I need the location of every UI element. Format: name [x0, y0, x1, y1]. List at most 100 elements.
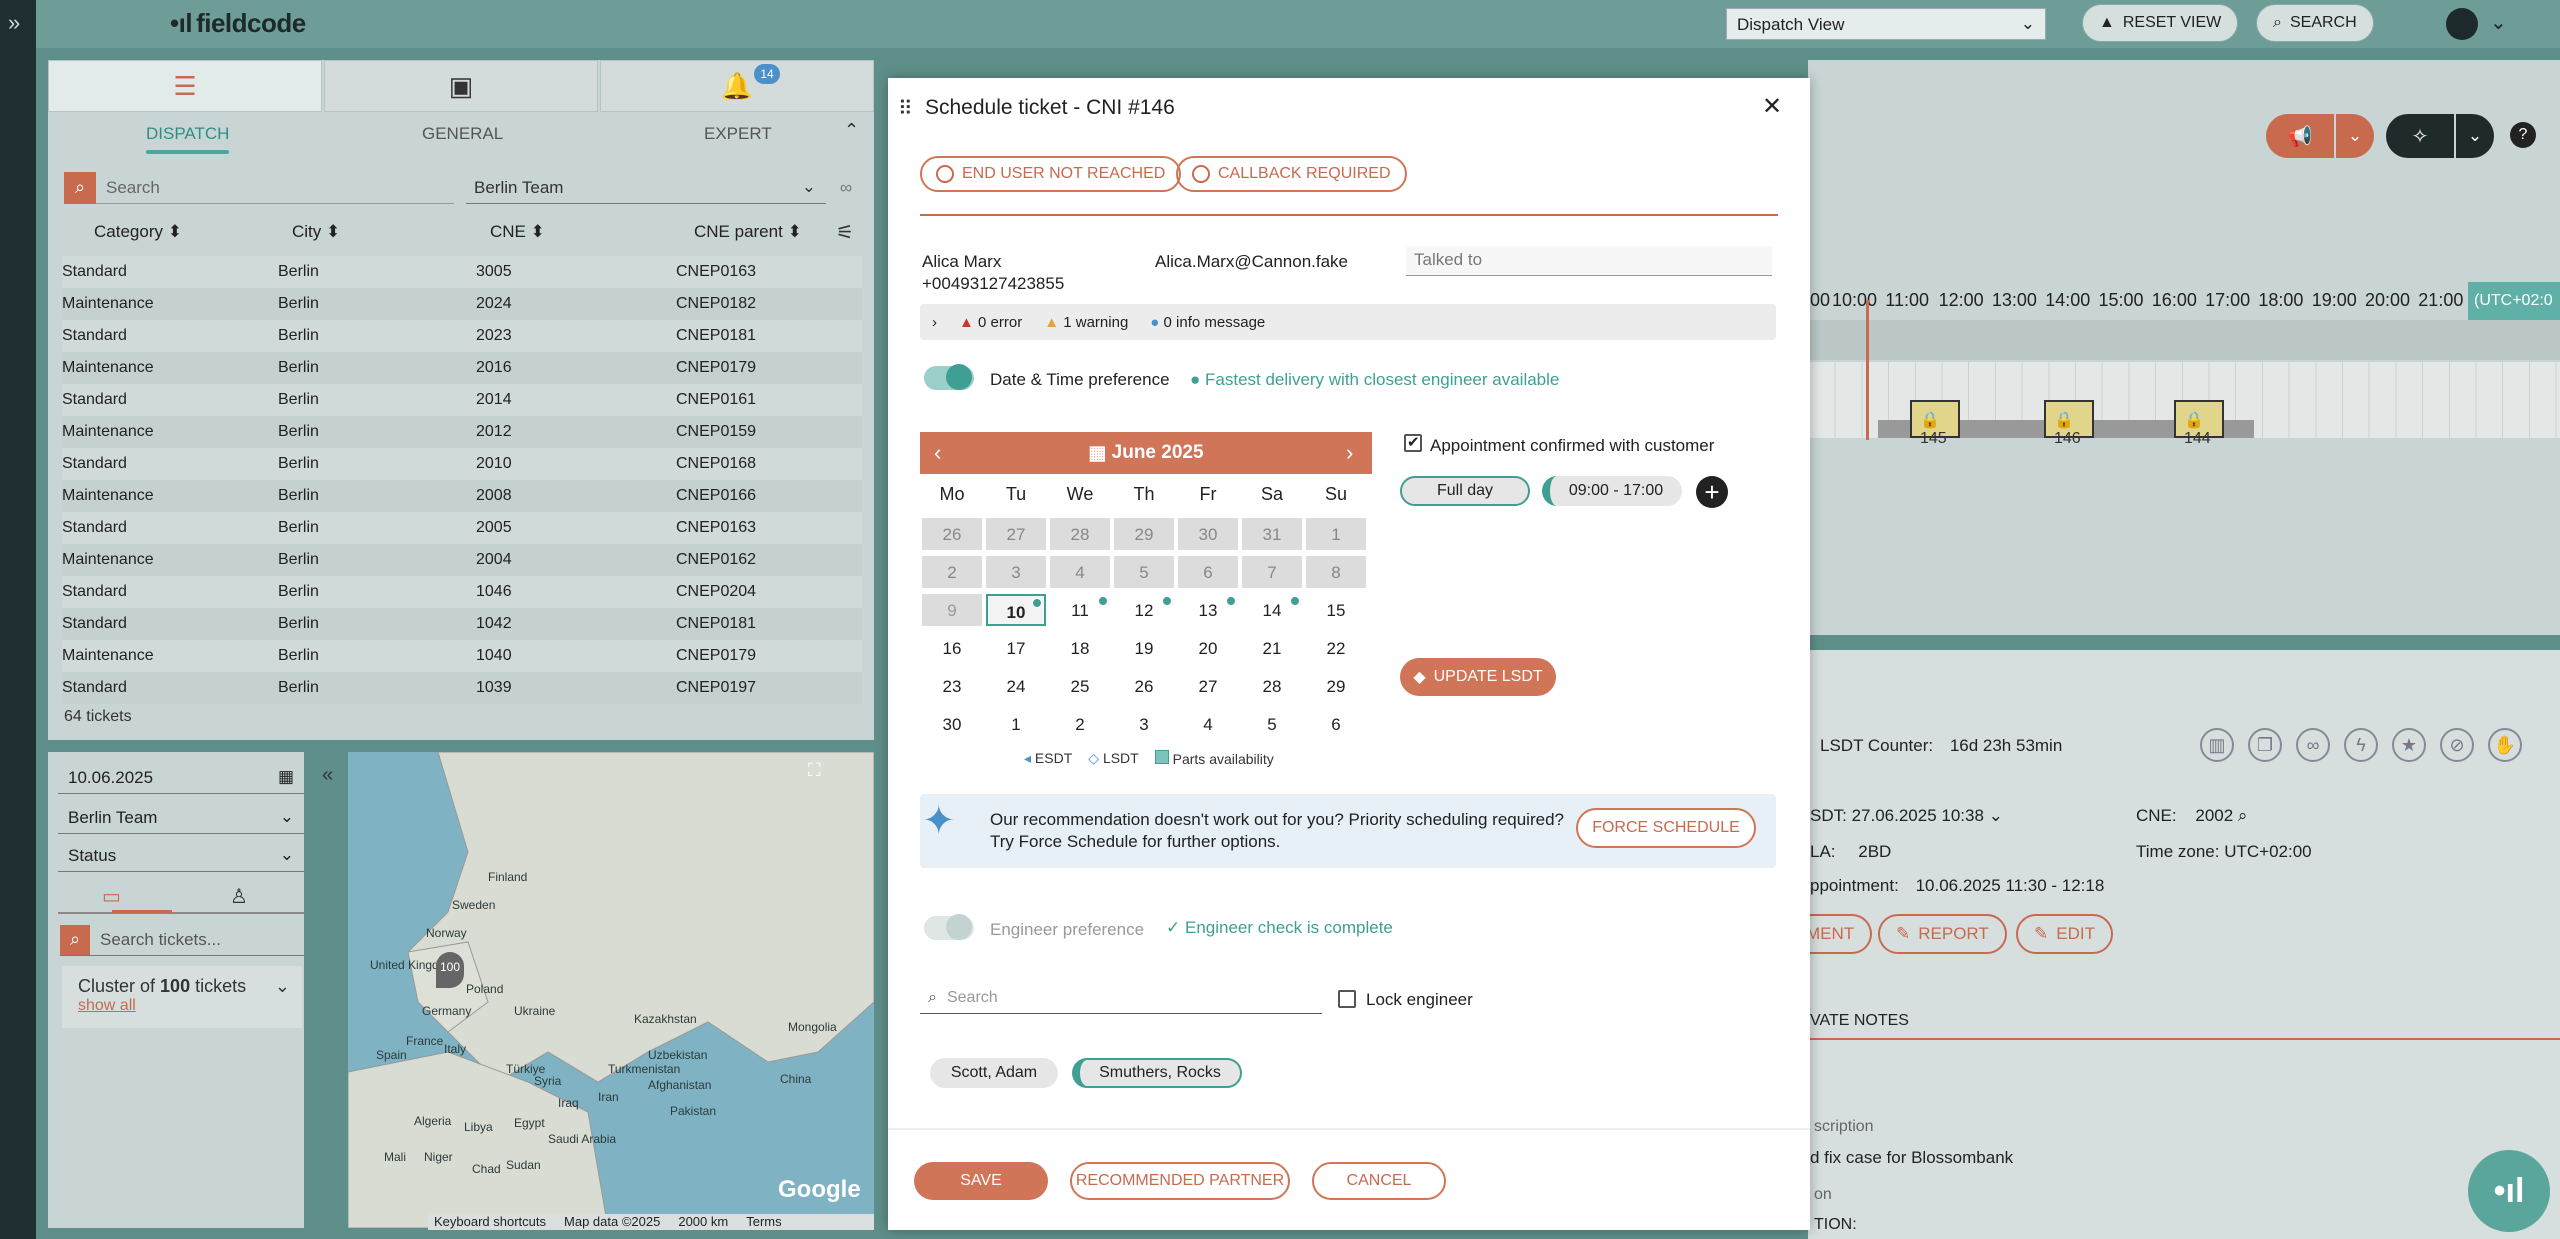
timeline-ticket[interactable]: 🔒146 — [2044, 400, 2094, 447]
megaphone-icon[interactable]: 📢 — [2266, 114, 2334, 158]
fullscreen-icon[interactable]: ⛶ — [808, 760, 821, 781]
view-select[interactable]: Dispatch View ⌄ — [1726, 8, 2046, 40]
subtab-general[interactable]: GENERAL — [422, 124, 503, 144]
timeline-ticket[interactable]: 🔒145 — [1910, 400, 1960, 447]
date-time-preference-toggle[interactable] — [924, 364, 974, 390]
calendar-day[interactable]: 2 — [1050, 708, 1110, 740]
engineer-search-input[interactable]: ⌕ Search — [920, 982, 1322, 1014]
calendar-day[interactable]: 30 — [922, 708, 982, 740]
calendar-day[interactable]: 22 — [1306, 632, 1366, 664]
calendar-day[interactable]: 4 — [1050, 556, 1110, 588]
calendar-day[interactable]: 6 — [1306, 708, 1366, 740]
calendar-day[interactable]: 27 — [1178, 670, 1238, 702]
calendar-day[interactable]: 7 — [1242, 556, 1302, 588]
table-row[interactable]: Maintenance Berlin 1040 CNEP0179 — [62, 640, 862, 672]
end-user-not-reached-toggle[interactable]: END USER NOT REACHED — [920, 156, 1182, 192]
magic-wand-icon[interactable]: ✧ — [2386, 114, 2454, 158]
col-category[interactable]: Category ⬍ — [94, 222, 182, 242]
expand-icon[interactable]: » — [8, 10, 20, 36]
table-row[interactable]: Standard Berlin 2014 CNEP0161 — [62, 384, 862, 416]
calendar-day[interactable]: 2 — [922, 556, 982, 588]
table-row[interactable]: Maintenance Berlin 2016 CNEP0179 — [62, 352, 862, 384]
calendar-day[interactable]: 26 — [922, 518, 982, 550]
calendar-day[interactable]: 9 — [922, 594, 982, 626]
table-row[interactable]: Standard Berlin 1042 CNEP0181 — [62, 608, 862, 640]
calendar-day[interactable]: 26 — [1114, 670, 1174, 702]
search-tickets-input[interactable]: ⌕ Search tickets... — [60, 924, 304, 956]
calendar-day[interactable]: 31 — [1242, 518, 1302, 550]
tab-clipboard[interactable]: ▣ — [324, 60, 598, 112]
recommended-partner-button[interactable]: RECOMMENDED PARTNER — [1070, 1162, 1290, 1200]
search-icon[interactable]: ⌕ — [2238, 806, 2248, 825]
calendar-day[interactable]: 8 — [1306, 556, 1366, 588]
hand-icon[interactable]: ✋ — [2488, 728, 2522, 762]
show-all-link[interactable]: show all — [78, 997, 286, 1015]
timeline-ticket[interactable]: 🔒144 — [2174, 400, 2224, 447]
avatar[interactable] — [2446, 8, 2478, 40]
calendar-day[interactable]: 15 — [1306, 594, 1366, 626]
calendar-day[interactable]: 19 — [1114, 632, 1174, 664]
calendar-day[interactable]: 13 — [1178, 594, 1238, 626]
calendar-day[interactable]: 20 — [1178, 632, 1238, 664]
col-cne-parent[interactable]: CNE parent ⬍ — [694, 222, 802, 242]
status-filter-select[interactable]: Status ⌄ — [58, 838, 304, 872]
calendar-day[interactable]: 12 — [1114, 594, 1174, 626]
fieldcode-assistant-icon[interactable]: •ıl — [2468, 1150, 2550, 1232]
report-button[interactable]: ✎ REPORT — [1878, 914, 2007, 954]
table-row[interactable]: Standard Berlin 2010 CNEP0168 — [62, 448, 862, 480]
update-lsdt-button[interactable]: ◆ UPDATE LSDT — [1400, 658, 1556, 696]
appointment-confirmed-checkbox[interactable] — [1404, 433, 1422, 452]
chevron-right-icon[interactable]: › — [932, 314, 937, 331]
map[interactable]: Finland Sweden Norway United Kingdom Germany… — [348, 752, 874, 1228]
calendar-day[interactable]: 1 — [1306, 518, 1366, 550]
bolt-icon[interactable]: ϟ — [2344, 728, 2378, 762]
engineer-chip[interactable]: Scott, Adam — [930, 1058, 1058, 1088]
book-icon[interactable]: ▥ — [2200, 728, 2234, 762]
user-icon[interactable]: ♙ — [230, 884, 248, 909]
table-row[interactable]: Standard Berlin 3005 CNEP0163 — [62, 256, 862, 288]
calendar-day[interactable]: 10 — [986, 594, 1046, 626]
calendar-day[interactable]: 17 — [986, 632, 1046, 664]
callback-required-toggle[interactable]: CALLBACK REQUIRED — [1176, 156, 1407, 192]
date-field[interactable]: 10.06.2025 ▦ — [58, 760, 304, 794]
star-icon[interactable]: ★ — [2392, 728, 2426, 762]
help-icon[interactable]: ? — [2510, 122, 2536, 148]
calendar-day[interactable]: 28 — [1242, 670, 1302, 702]
table-row[interactable]: Maintenance Berlin 2008 CNEP0166 — [62, 480, 862, 512]
search-button[interactable]: ⌕ SEARCH — [2256, 4, 2374, 42]
chevron-down-icon[interactable]: ⌄ — [2490, 10, 2507, 35]
calendar-day[interactable]: 14 — [1242, 594, 1302, 626]
chevron-down-icon[interactable]: ⌄ — [1989, 806, 2003, 825]
link-icon[interactable]: ∞ — [840, 178, 852, 198]
calendar-day[interactable]: 21 — [1242, 632, 1302, 664]
next-month-icon[interactable]: › — [1346, 440, 1353, 466]
calendar-day[interactable]: 4 — [1178, 708, 1238, 740]
calendar-day[interactable]: 3 — [1114, 708, 1174, 740]
close-icon[interactable]: ✕ — [1762, 92, 1782, 121]
calendar-day[interactable]: 18 — [1050, 632, 1110, 664]
message-summary[interactable]: › ▲ 0 error ▲ 1 warning ● 0 info message — [920, 304, 1776, 340]
add-time-button[interactable]: + — [1696, 476, 1728, 508]
calendar-day[interactable]: 23 — [922, 670, 982, 702]
collapse-up-icon[interactable]: ⌃ — [844, 120, 859, 141]
calendar-day[interactable]: 6 — [1178, 556, 1238, 588]
calendar-day[interactable]: 30 — [1178, 518, 1238, 550]
calendar-day[interactable]: 1 — [986, 708, 1046, 740]
chevron-down-icon[interactable]: ⌄ — [275, 976, 290, 997]
ticket-search[interactable]: ⌕ Search — [64, 171, 454, 204]
prev-month-icon[interactable]: ‹ — [934, 440, 941, 466]
calendar-day[interactable]: 11 — [1050, 594, 1110, 626]
link-icon[interactable]: ∞ — [2296, 728, 2330, 762]
table-row[interactable]: Maintenance Berlin 2024 CNEP0182 — [62, 288, 862, 320]
subtab-expert[interactable]: EXPERT — [704, 124, 772, 144]
cluster-marker[interactable]: 100 — [436, 952, 464, 988]
table-row[interactable]: Standard Berlin 1046 CNEP0204 — [62, 576, 862, 608]
save-button[interactable]: SAVE — [914, 1162, 1048, 1200]
calendar-day[interactable]: 5 — [1114, 556, 1174, 588]
calendar-day[interactable]: 5 — [1242, 708, 1302, 740]
force-schedule-button[interactable]: FORCE SCHEDULE — [1576, 808, 1756, 848]
calendar-day[interactable]: 24 — [986, 670, 1046, 702]
time-range-pill[interactable]: 09:00 - 17:00 — [1542, 476, 1682, 506]
tab-list[interactable]: ☰ — [48, 60, 322, 112]
calendar-day[interactable]: 27 — [986, 518, 1046, 550]
